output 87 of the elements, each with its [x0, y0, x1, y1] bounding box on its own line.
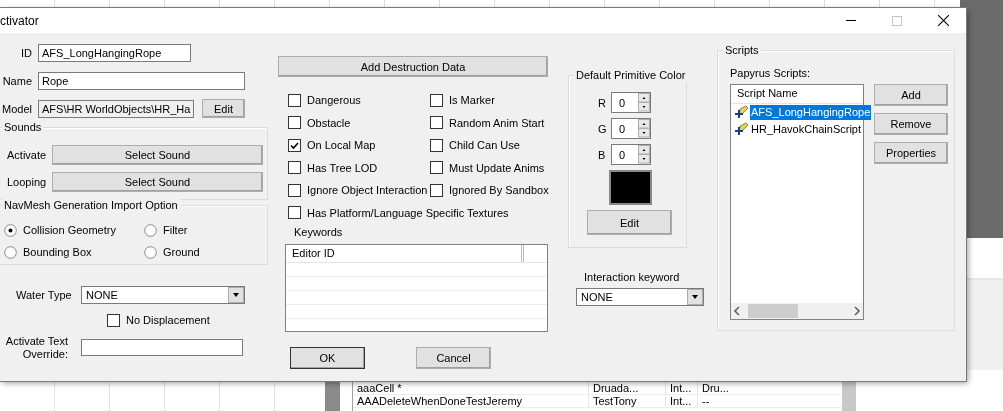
- group-title: Default Primitive Color: [574, 69, 688, 82]
- interaction-keyword-dropdown[interactable]: NONE: [576, 288, 704, 306]
- radio-label: Ground: [163, 246, 200, 258]
- radio-label: Collision Geometry: [23, 224, 116, 236]
- list-label: Papyrus Scripts:: [730, 67, 812, 80]
- checkbox-label: Random Anim Start: [449, 116, 545, 129]
- minimize-icon: [846, 20, 856, 21]
- close-icon: [937, 15, 949, 26]
- list-item[interactable]: AFS_LongHangingRope: [750, 105, 872, 120]
- id-field[interactable]: AFS_LongHangingRope: [38, 44, 191, 62]
- checkbox-label: Dangerous: [307, 94, 361, 107]
- select-sound-button[interactable]: Select Sound: [52, 145, 263, 165]
- sound-label: Looping: [7, 176, 48, 188]
- list-item[interactable]: HR_HavokChainScript: [750, 122, 863, 137]
- channel-label: R: [598, 96, 607, 109]
- sound-label: Activate: [7, 149, 48, 161]
- select-sound-button[interactable]: Select Sound: [52, 172, 263, 192]
- edit-button[interactable]: Edit: [202, 99, 245, 118]
- field-label: Name: [1, 75, 32, 87]
- table-cell: AAADeleteWhenDoneTestJeremy: [353, 395, 589, 407]
- checkbox[interactable]: [288, 138, 301, 152]
- checkbox-label: Has Platform/Language Specific Textures: [307, 206, 509, 219]
- checkbox-label: Child Can Use: [449, 139, 520, 152]
- checkbox[interactable]: [107, 313, 120, 327]
- table-cell: Int...: [666, 395, 698, 407]
- radio-button[interactable]: [4, 245, 17, 259]
- group-title: Sounds: [2, 121, 44, 134]
- name-field[interactable]: Rope: [38, 72, 245, 90]
- script-action-button[interactable]: Properties: [874, 142, 948, 164]
- checkbox[interactable]: [430, 183, 443, 197]
- checkbox[interactable]: [430, 116, 443, 130]
- add-destruction-button[interactable]: Add Destruction Data: [278, 56, 548, 77]
- scrollbar-thumb: [842, 382, 856, 411]
- checkbox[interactable]: [288, 116, 301, 130]
- script-action-button[interactable]: Remove: [874, 113, 948, 135]
- script-icon: [733, 122, 748, 137]
- water-type-dropdown[interactable]: NONE: [81, 286, 245, 304]
- checkbox-label: No Displacement: [126, 314, 210, 327]
- field-label: Model: [1, 102, 32, 115]
- radio-button[interactable]: [144, 245, 157, 259]
- horizontal-scrollbar[interactable]: [731, 303, 863, 319]
- checkbox-label: Ignore Object Interaction: [307, 184, 428, 197]
- script-action-button[interactable]: Add: [874, 84, 948, 106]
- radio-label: Filter: [163, 224, 188, 236]
- caret-icon: [687, 289, 703, 305]
- checkbox[interactable]: [430, 161, 443, 175]
- column-header[interactable]: Editor ID: [286, 245, 524, 262]
- spin-arrows-icon: [638, 119, 650, 138]
- checkbox-label: Obstacle: [307, 116, 351, 129]
- column-header[interactable]: Script Name: [731, 85, 863, 104]
- number-spinner[interactable]: 0: [611, 144, 651, 165]
- checkbox[interactable]: [288, 93, 301, 107]
- group-title: Scripts: [723, 44, 761, 57]
- field-label: Water Type: [16, 289, 73, 301]
- table-cell: TestTony: [589, 395, 666, 407]
- section-label: Keywords: [294, 226, 344, 239]
- spin-arrows-icon: [638, 93, 650, 112]
- number-spinner[interactable]: 0: [611, 92, 651, 113]
- checkbox[interactable]: [288, 161, 301, 175]
- field-label: ID: [20, 47, 32, 59]
- ok-button[interactable]: OK: [290, 347, 365, 369]
- channel-label: G: [598, 122, 608, 135]
- checkbox[interactable]: [430, 93, 443, 107]
- checkbox[interactable]: [288, 206, 301, 220]
- model-field[interactable]: AFS\HR WorldObjects\HR_Ha: [38, 99, 194, 118]
- radio-button[interactable]: [4, 223, 17, 237]
- group-title: NavMesh Generation Import Option: [2, 199, 180, 212]
- field-label: Activate Text Override:: [4, 334, 68, 361]
- edit-color-button[interactable]: Edit: [587, 210, 672, 235]
- override-text-field[interactable]: [81, 339, 243, 356]
- channel-label: B: [598, 148, 607, 161]
- checkbox-label: Is Marker: [449, 94, 495, 107]
- field-label: Interaction keyword: [584, 271, 681, 284]
- script-icon: [733, 105, 748, 120]
- checkbox-label: Has Tree LOD: [307, 161, 378, 174]
- checkbox[interactable]: [288, 183, 301, 197]
- number-spinner[interactable]: 0: [611, 118, 651, 139]
- checkbox-label: Must Update Anims: [449, 161, 545, 174]
- spin-arrows-icon: [638, 145, 650, 164]
- checkbox-label: Ignored By Sandbox: [449, 184, 549, 197]
- radio-label: Bounding Box: [23, 246, 92, 258]
- radio-button[interactable]: [144, 223, 157, 237]
- checkbox[interactable]: [430, 138, 443, 152]
- checkbox-label: On Local Map: [307, 139, 376, 152]
- cancel-button[interactable]: Cancel: [416, 347, 491, 369]
- caret-icon: [228, 287, 244, 303]
- window-title: ctivator: [0, 13, 40, 28]
